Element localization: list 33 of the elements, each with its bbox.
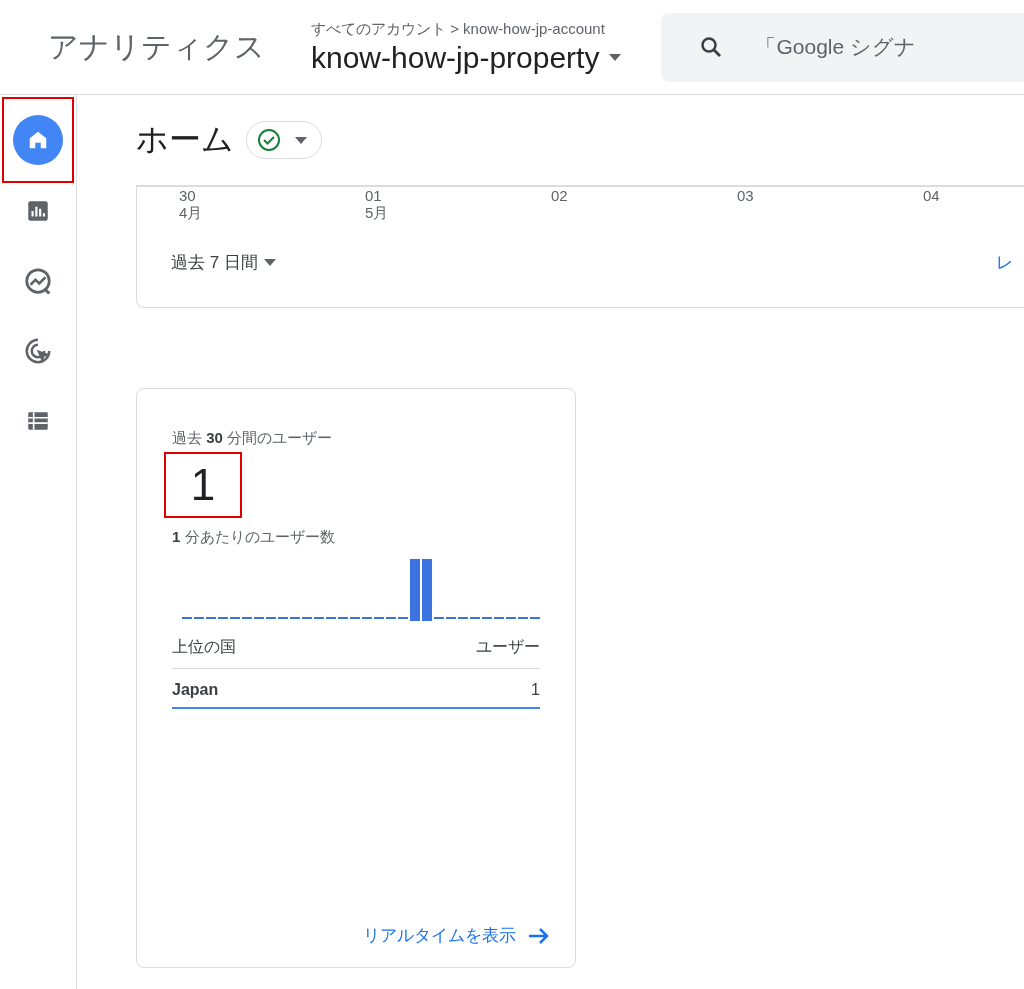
target-cursor-icon [23, 336, 53, 366]
chart-label: 1 分あたりのユーザー数 [172, 528, 336, 547]
search-field[interactable]: 「Google シグナ [753, 34, 1024, 60]
caret-icon [295, 136, 307, 144]
breadcrumb[interactable]: すべてのアカウント > know-how-jp-account [311, 19, 622, 39]
page-title: ホーム [136, 120, 234, 159]
bar [422, 559, 432, 621]
caret-icon [263, 259, 276, 266]
axis-label: 04 [923, 187, 941, 206]
property-selector[interactable]: know-how-jp-property [311, 40, 622, 75]
column-header: ユーザー [476, 637, 540, 657]
home-icon [27, 129, 49, 151]
realtime-link[interactable]: リアルタイムを表示 [363, 924, 550, 947]
nav-item[interactable] [2, 97, 74, 183]
check-circle-icon [257, 128, 281, 152]
report-link[interactable]: レ [996, 251, 1013, 274]
column-header: 上位の国 [172, 637, 236, 657]
table-cell: 1 [531, 681, 540, 699]
axis-label: 30 4月 [179, 187, 204, 223]
table-cell: Japan [172, 681, 219, 699]
caret-icon [609, 54, 622, 61]
axis-label: 02 [551, 187, 569, 206]
product-name: アナリティクス [48, 28, 265, 65]
bar-chart-icon [25, 198, 51, 224]
date-range-dropdown[interactable]: 過去 7 日間 [171, 251, 276, 274]
arrow-right-icon [528, 926, 550, 945]
bar [410, 559, 420, 621]
card-title: 過去 30 分間のユーザー [172, 429, 334, 448]
trend-circle-icon [23, 266, 53, 296]
axis-label: 01 5月 [365, 187, 390, 223]
axis-label: 03 [737, 187, 755, 206]
metric-value: 1 [190, 460, 216, 510]
status-button[interactable] [246, 121, 322, 159]
